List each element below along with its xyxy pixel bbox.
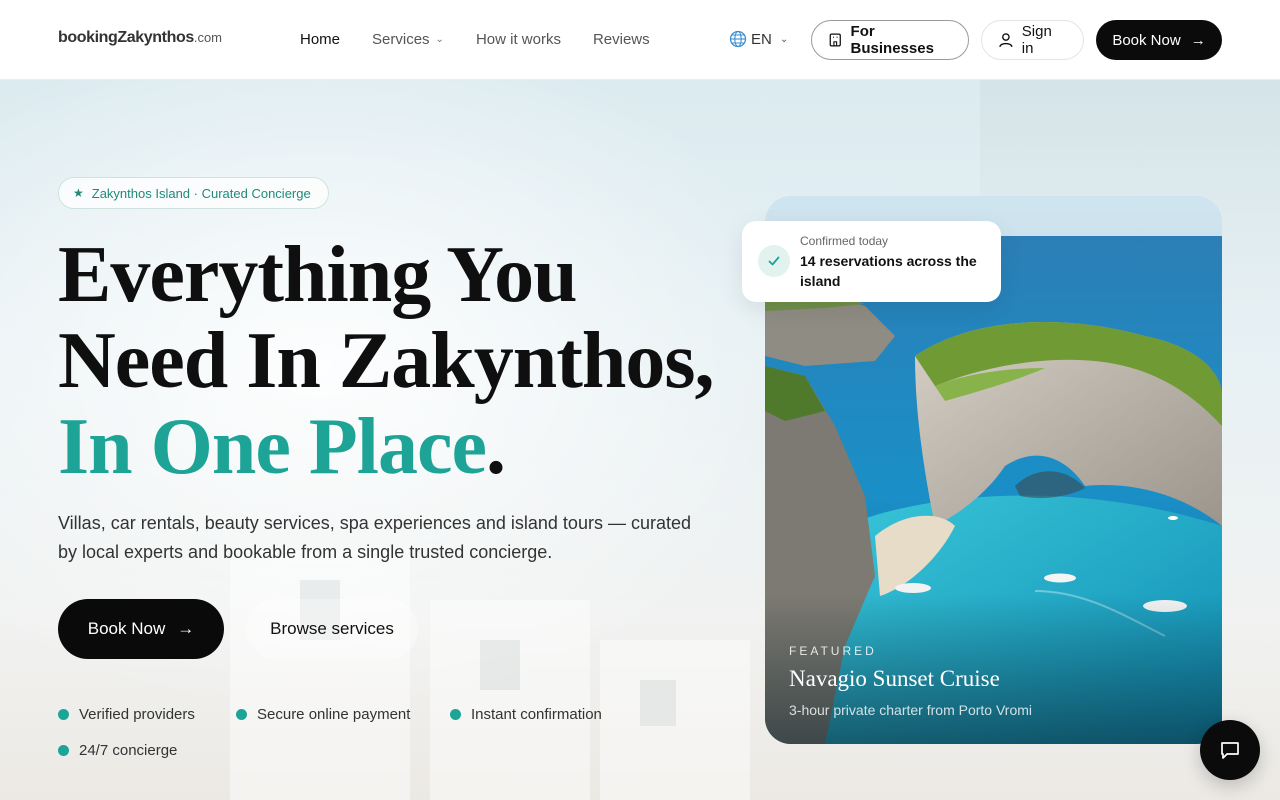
brand-logo[interactable]: bookingZakynthos.com [58,29,222,47]
book-now-label: Book Now [87,619,166,638]
feature-label: Verified providers [79,706,195,723]
check-icon [758,245,790,277]
card-title: Navagio Sunset Cruise [789,666,1000,691]
brand-name: bookingZakynthos [58,29,194,46]
nav-item-how-it-works[interactable]: How it works [476,31,561,48]
feature-item: Instant confirmation [450,706,602,723]
book-now-label: Book Now [1112,31,1181,49]
location-badge: ★ Zakynthos Island · Curated Concierge [58,177,329,209]
background-building [430,600,590,800]
bullet-dot-icon [450,709,461,720]
feature-item: Verified providers [58,706,195,723]
nav-item-home[interactable]: Home [300,31,340,48]
feature-item: 24/7 concierge [58,742,177,759]
chevron-down-icon: ⌄ [435,34,444,45]
browse-services-button[interactable]: Browse services [246,599,418,659]
building-icon [829,33,841,47]
main-nav: Home Services ⌄ How it works Reviews [300,31,682,48]
bullet-dot-icon [236,709,247,720]
nav-item-reviews[interactable]: Reviews [593,31,650,48]
bullet-dot-icon [58,745,69,756]
nav-item-label: Reviews [592,31,650,48]
nav-item-label: How it works [475,31,561,48]
chat-bubble-icon [1221,742,1239,759]
confirmation-label: Confirmed today [800,234,889,248]
brand-tld: .com [193,30,222,45]
chat-button[interactable] [1200,720,1260,780]
language-selector[interactable]: EN ⌄ [729,30,788,48]
feature-label: 24/7 concierge [79,742,178,759]
for-businesses-label: For Businesses [850,23,934,57]
feature-label: Instant confirmation [471,706,602,723]
confirmation-value: 14 reservations across the island [800,253,977,289]
sign-in-label: Sign in [1021,23,1052,57]
hero-description: Villas, car rentals, beauty services, sp… [58,513,691,562]
nav-item-label: Services [372,31,430,48]
chevron-down-icon: ⌄ [779,33,789,45]
browse-services-label: Browse services [270,619,394,638]
globe-icon [729,30,747,48]
confirmation-popover: Confirmed today 14 reservations across t… [742,221,1001,302]
sign-in-button[interactable]: Sign in [981,20,1084,60]
book-now-button[interactable]: Book Now → [58,599,224,659]
arrow-right-icon: → [1190,31,1206,49]
background-window [640,680,676,726]
nav-item-label: Home [300,31,341,48]
background-window [480,640,520,690]
arrow-right-icon: → [177,619,195,638]
card-subtitle: 3-hour private charter from Porto Vromi [789,702,1033,718]
headline-accent: In One Place [58,403,487,491]
feature-item: Secure online payment [236,706,410,723]
top-header: bookingZakynthos.com Home Services ⌄ How… [0,0,1280,80]
headline-period: . [485,403,506,491]
language-code: EN [751,30,772,48]
badge-text: Zakynthos Island · Curated Concierge [91,185,311,201]
nav-item-services[interactable]: Services ⌄ [372,31,444,48]
page-title: Everything You Need In Zakynthos, In One… [58,232,748,490]
star-icon: ★ [73,186,84,200]
for-businesses-button[interactable]: For Businesses [811,20,969,60]
feature-label: Secure online payment [257,706,411,723]
headline-main: Everything You Need In Zakynthos, [58,231,715,405]
bullet-dot-icon [58,709,69,720]
book-now-header-button[interactable]: Book Now → [1096,20,1222,60]
card-eyebrow: FEATURED [789,644,877,658]
user-icon [999,33,1013,48]
